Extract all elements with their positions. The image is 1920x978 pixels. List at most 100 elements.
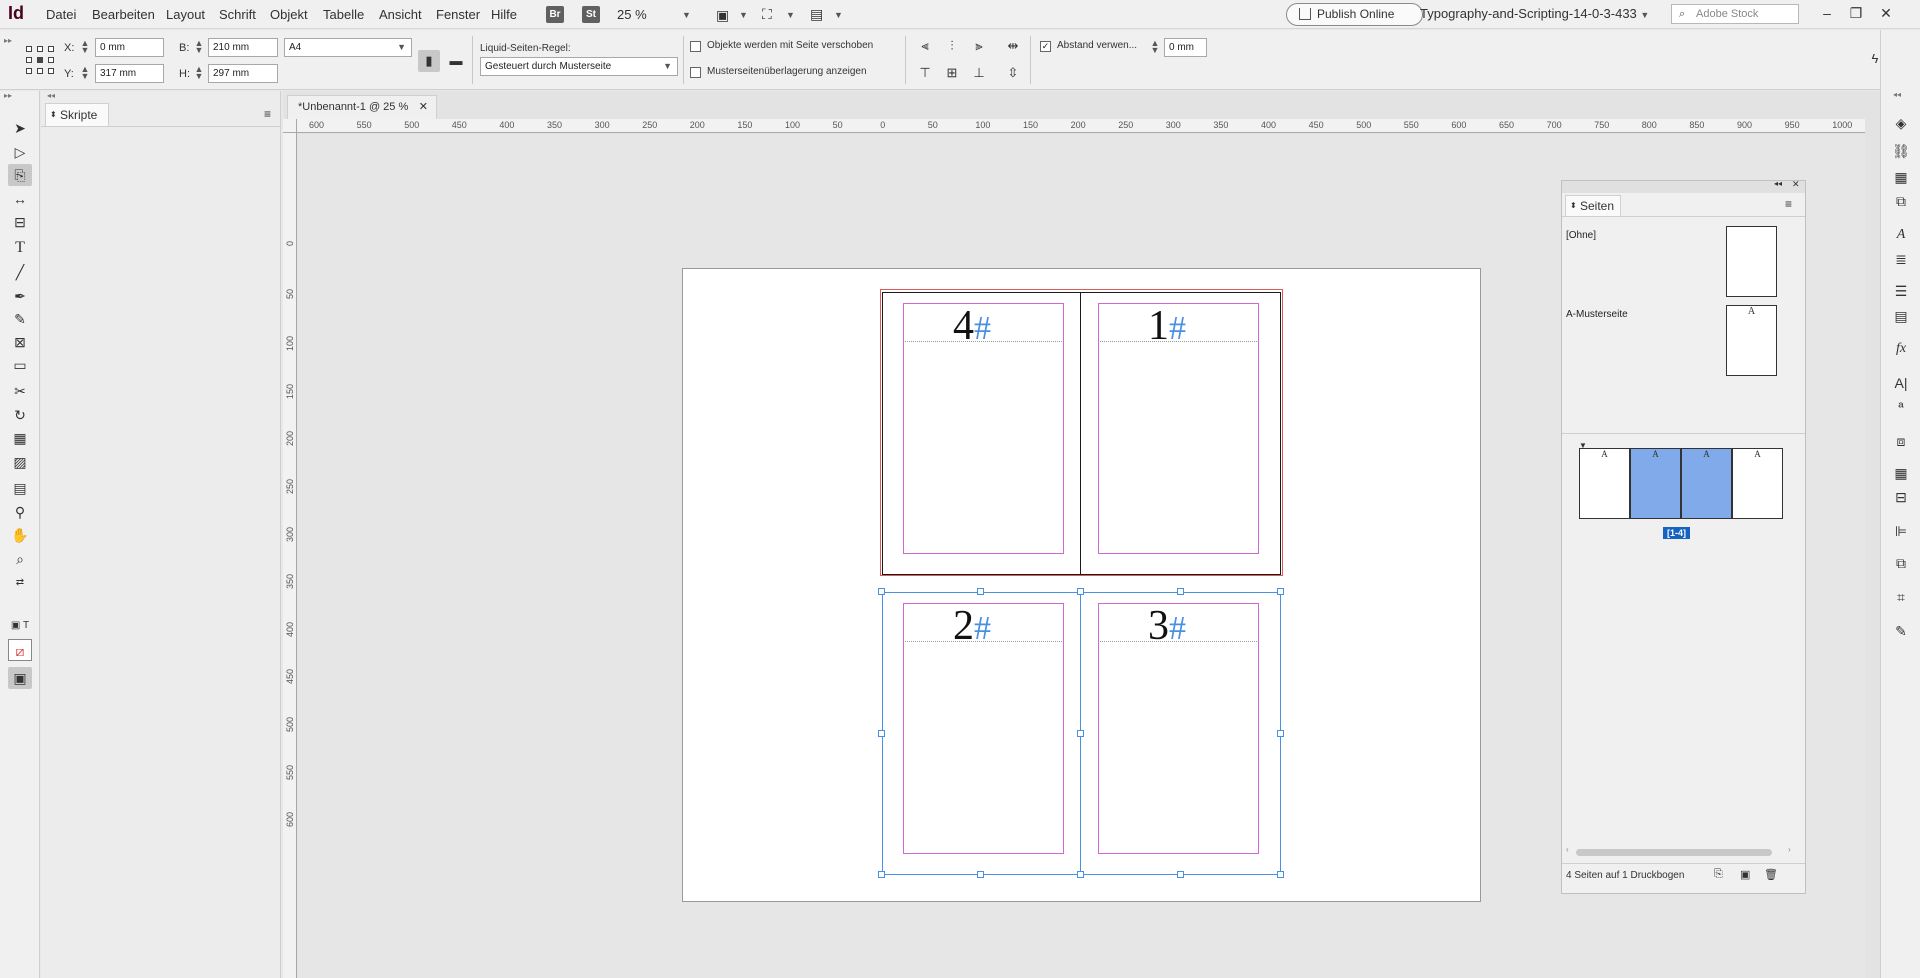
menu-hilfe[interactable]: Hilfe (491, 7, 517, 22)
master-a-thumbnail[interactable]: A (1726, 305, 1777, 376)
adobe-stock-search-input[interactable]: ⌕ Adobe Stock (1671, 4, 1799, 24)
horizontal-ruler[interactable]: 600 550 500 450 400 350 300 250 200 150 100 50 0 50 10… (297, 119, 1865, 133)
show-master-overlay-checkbox[interactable] (690, 67, 701, 78)
menu-tabelle[interactable]: Tabelle (323, 7, 364, 22)
selection-handle[interactable] (878, 730, 885, 737)
selection-handle[interactable] (977, 588, 984, 595)
menu-schrift[interactable]: Schrift (219, 7, 256, 22)
panel-menu-icon[interactable]: ≡ (264, 107, 271, 121)
pathfinder-icon[interactable]: ⧉ (1889, 552, 1913, 574)
align-icon[interactable]: ⊫ (1889, 520, 1913, 542)
scroll-thumb[interactable] (1576, 849, 1772, 856)
portrait-orientation-icon[interactable]: ▮ (418, 50, 440, 72)
swap-colors-icon[interactable]: ⇄ (8, 572, 32, 594)
chevron-down-icon[interactable]: ▼ (739, 10, 748, 20)
zoom-tool-icon[interactable]: ⌕ (8, 548, 32, 570)
close-icon[interactable]: ✕ (419, 96, 428, 118)
master-none-label[interactable]: [Ohne] (1566, 230, 1596, 241)
vertical-ruler[interactable]: 0 50 100 150 200 250 300 350 400 450 500 550 600 (283, 133, 297, 978)
screen-mode-icon[interactable]: ▣ (716, 7, 729, 24)
chevron-down-icon[interactable]: ▼ (682, 10, 691, 20)
width-stepper[interactable]: ▲ ▼ (194, 39, 204, 55)
scroll-right-icon[interactable]: › (1788, 845, 1791, 854)
links-icon[interactable]: ⛓ (1889, 140, 1913, 162)
gradient-tool-icon[interactable]: ▦ (8, 427, 32, 449)
horizontal-scrollbar[interactable]: ‹ › (1566, 845, 1796, 857)
align-center-icon[interactable]: ⫶ (941, 35, 963, 57)
collapse-icon[interactable]: ◂◂ (47, 91, 55, 100)
align-left-icon[interactable]: ⫷ (914, 35, 936, 57)
x-stepper[interactable]: ▲ ▼ (80, 39, 90, 55)
height-field[interactable]: 297 mm (208, 64, 278, 83)
y-stepper[interactable]: ▲ ▼ (80, 65, 90, 81)
page-size-select[interactable]: A4 ▼ (284, 38, 412, 57)
screen-mode-icon[interactable]: ▣ (8, 667, 32, 689)
spacing-field[interactable]: 0 mm (1164, 38, 1207, 57)
fill-stroke-icon[interactable]: ⧄ (8, 639, 32, 661)
panel-menu-icon[interactable]: ≡ (1785, 197, 1792, 211)
table-icon[interactable]: ▦ (1889, 462, 1913, 484)
width-field[interactable]: 210 mm (208, 38, 278, 57)
trash-icon[interactable]: 🗑 (1764, 868, 1778, 881)
pencil-tool-icon[interactable]: ✎ (8, 308, 32, 330)
page[interactable]: 3# (1080, 592, 1281, 875)
tab-pages[interactable]: ⬍ Seiten (1565, 195, 1621, 217)
image-tool-icon[interactable]: ▨ (8, 451, 32, 473)
menu-datei[interactable]: Datei (46, 7, 76, 22)
line-tool-icon[interactable]: ╱ (8, 261, 32, 283)
distribute-vertical-icon[interactable]: ⇳ (1002, 62, 1024, 84)
page[interactable]: 1# (1080, 292, 1281, 575)
menu-objekt[interactable]: Objekt (270, 7, 308, 22)
selection-handle[interactable] (1177, 588, 1184, 595)
close-button[interactable]: ✕ (1874, 3, 1898, 23)
document-tab[interactable]: *Unbenannt-1 @ 25 % ✕ (287, 95, 437, 119)
selection-handle[interactable] (977, 871, 984, 878)
selection-tool-icon[interactable]: ➤ (8, 117, 32, 139)
pen-tool-icon[interactable]: ✒ (8, 285, 32, 307)
gap-tool-icon[interactable]: ↔ (8, 188, 32, 210)
selection-handle[interactable] (1077, 871, 1084, 878)
reference-point-icon[interactable] (26, 46, 54, 74)
formatting-container-icon[interactable]: ▣ T (8, 615, 32, 637)
bridge-button[interactable]: Br (546, 6, 564, 23)
page[interactable]: 2# (882, 592, 1081, 875)
ruler-origin[interactable] (283, 119, 297, 133)
chevron-down-icon[interactable]: ▼ (834, 10, 843, 20)
collapse-icon[interactable]: ▸▸ (4, 91, 12, 100)
spacing-stepper[interactable]: ▲ ▼ (1150, 39, 1160, 55)
chevron-down-icon[interactable]: ▼ (786, 10, 795, 20)
selection-handle[interactable] (1277, 730, 1284, 737)
menu-layout[interactable]: Layout (166, 7, 205, 22)
view-options-icon[interactable]: ⛶ (762, 6, 772, 23)
paragraph-styles-icon[interactable]: ≣ (1889, 248, 1913, 270)
liquid-rule-select[interactable]: Gesteuert durch Musterseite ▼ (480, 57, 678, 76)
table-styles-icon[interactable]: ⊟ (1889, 486, 1913, 508)
page-thumbnail[interactable]: A (1579, 448, 1630, 519)
stroke-icon[interactable]: ☰ (1889, 280, 1913, 302)
selection-handle[interactable] (878, 871, 885, 878)
tab-scripts[interactable]: ⬍ Skripte (45, 103, 109, 127)
edit-page-size-icon[interactable]: ⎘ (1714, 868, 1723, 881)
content-collector-icon[interactable]: ⊟ (8, 211, 32, 233)
minimize-button[interactable]: – (1815, 3, 1839, 23)
collapse-icon[interactable]: ◂◂ (1774, 179, 1782, 188)
type-tool-icon[interactable]: T (8, 237, 32, 259)
move-objects-checkbox[interactable] (690, 41, 701, 52)
eyedropper-tool-icon[interactable]: ⚲ (8, 501, 32, 523)
restore-button[interactable]: ❐ (1844, 3, 1868, 23)
effects-icon[interactable]: fx (1889, 338, 1913, 360)
page-thumbnail[interactable]: A (1732, 448, 1783, 519)
selection-handle[interactable] (1277, 871, 1284, 878)
direct-selection-tool-icon[interactable]: ▷ (8, 141, 32, 163)
scroll-left-icon[interactable]: ‹ (1566, 845, 1569, 854)
page-thumbnail[interactable]: A (1630, 448, 1681, 519)
menu-fenster[interactable]: Fenster (436, 7, 480, 22)
workspace-switcher[interactable]: Typography-and-Scripting-14-0-3-433 ▼ (1420, 6, 1649, 21)
object-styles-icon[interactable]: ⧈ (1889, 430, 1913, 452)
page-spread-thumbnails[interactable]: A A A A (1579, 448, 1785, 521)
glyphs-icon[interactable]: ª (1889, 396, 1913, 418)
master-none-thumbnail[interactable] (1726, 226, 1777, 297)
note-tool-icon[interactable]: ▤ (8, 477, 32, 499)
scissors-tool-icon[interactable]: ✂ (8, 380, 32, 402)
selection-handle[interactable] (878, 588, 885, 595)
